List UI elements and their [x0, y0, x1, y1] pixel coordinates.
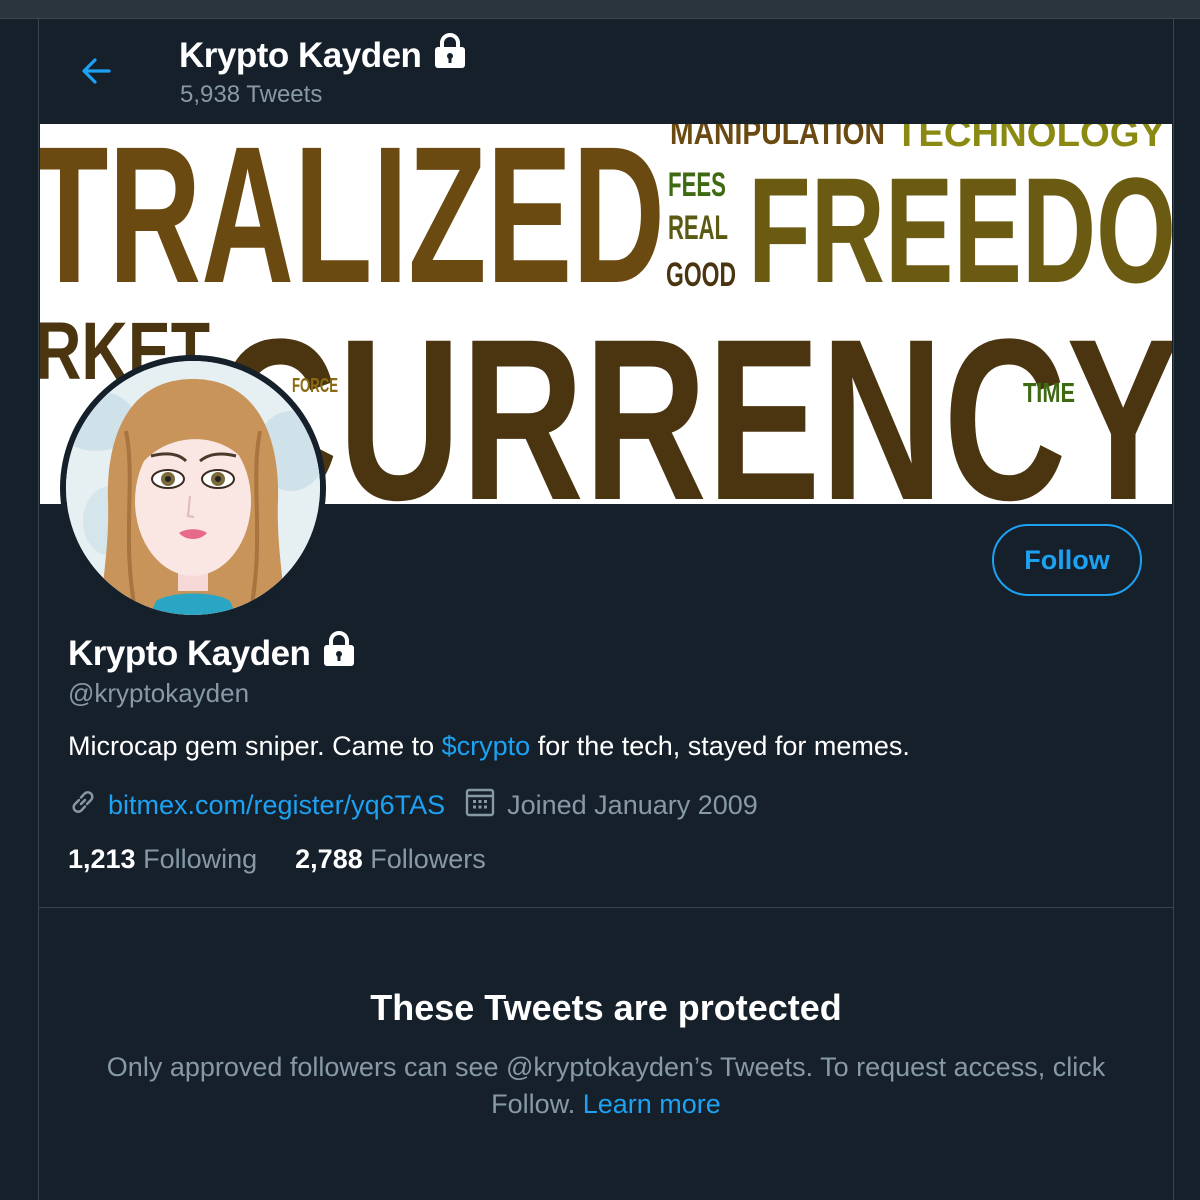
section-divider	[39, 907, 1173, 908]
lock-icon	[320, 631, 358, 676]
back-arrow-icon[interactable]	[79, 55, 115, 87]
following-stat[interactable]: 1,213 Following	[68, 844, 257, 875]
protected-title: These Tweets are protected	[370, 987, 842, 1028]
tweet-count: 5,938 Tweets	[180, 81, 323, 108]
browser-top-strip	[0, 0, 1200, 19]
joined-date: Joined January 2009	[507, 790, 758, 820]
profile-handle: @kryptokayden	[68, 678, 250, 708]
profile-column: Krypto Kayden 5,938 Tweets TRALIZED MANI…	[38, 19, 1174, 1200]
banner-word-freedo: FREEDO	[748, 146, 1172, 314]
learn-more-link[interactable]: Learn more	[583, 1089, 721, 1119]
banner-word-force: FORCE	[292, 375, 338, 397]
banner-word-good: GOOD	[666, 256, 736, 294]
banner-word-real: REAL	[668, 209, 728, 247]
lock-icon	[431, 33, 469, 78]
calendar-icon	[465, 787, 495, 824]
profile-stats: 1,213 Following 2,788 Followers	[68, 844, 486, 875]
avatar-image	[66, 361, 320, 615]
banner-word-time: TIME	[1023, 377, 1075, 408]
banner-word-fees: FEES	[668, 166, 726, 204]
profile-meta: bitmex.com/register/yq6TAS Joined Januar…	[68, 787, 758, 824]
followers-stat[interactable]: 2,788 Followers	[295, 844, 486, 875]
website-link[interactable]: bitmex.com/register/yq6TAS	[108, 790, 445, 821]
following-label: Following	[143, 844, 258, 874]
bio-text-end: for the tech, stayed for memes.	[530, 731, 910, 761]
followers-count: 2,788	[295, 844, 363, 874]
header-name: Krypto Kayden	[179, 35, 422, 75]
link-icon	[68, 787, 98, 824]
profile-name: Krypto Kayden	[68, 631, 358, 676]
profile-bio: Microcap gem sniper. Came to $crypto for…	[68, 731, 910, 762]
follow-button[interactable]: Follow	[992, 524, 1142, 596]
followers-label: Followers	[370, 844, 486, 874]
protected-message: Only approved followers can see @kryptok…	[79, 1049, 1133, 1123]
following-count: 1,213	[68, 844, 136, 874]
profile-name-text: Krypto Kayden	[68, 633, 311, 673]
header-title: Krypto Kayden	[179, 33, 469, 78]
profile-header: Krypto Kayden 5,938 Tweets	[39, 19, 1173, 123]
bio-cashtag-link[interactable]: $crypto	[442, 731, 531, 761]
avatar[interactable]	[60, 355, 326, 621]
bio-text-start: Microcap gem sniper. Came to	[68, 731, 442, 761]
